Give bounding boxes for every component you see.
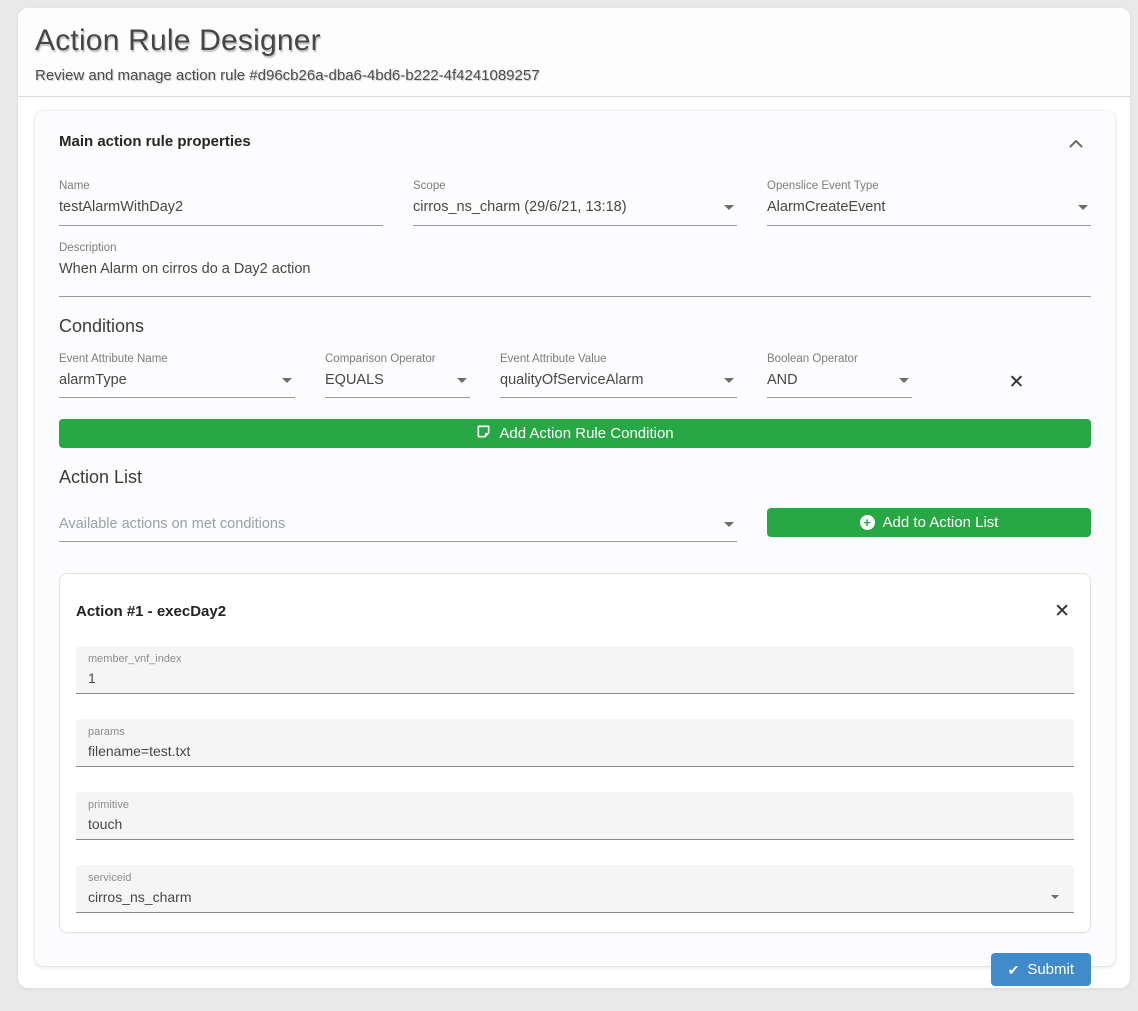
remove-action-icon[interactable]: ✕ — [1054, 602, 1070, 621]
check-icon: ✔ — [1008, 963, 1020, 977]
params-value: filename=test.txt — [88, 743, 190, 759]
member-vnf-index-field[interactable]: member_vnf_index 1 — [76, 646, 1074, 694]
submit-button[interactable]: ✔ Submit — [991, 953, 1091, 986]
event-type-value: AlarmCreateEvent — [767, 198, 885, 218]
serviceid-select[interactable]: serviceid cirros_ns_charm — [76, 865, 1074, 913]
name-label: Name — [59, 180, 383, 194]
event-attribute-name-value: alarmType — [59, 371, 127, 391]
page-subtitle: Review and manage action rule #d96cb26a-… — [35, 67, 1114, 84]
name-field[interactable]: Name testAlarmWithDay2 — [59, 180, 383, 226]
event-attribute-value-value: qualityOfServiceAlarm — [500, 371, 643, 391]
comparison-operator-value: EQUALS — [325, 371, 384, 391]
dropdown-arrow-icon — [724, 378, 734, 383]
scope-value: cirros_ns_charm (29/6/21, 13:18) — [413, 198, 627, 218]
scope-select[interactable]: Scope cirros_ns_charm (29/6/21, 13:18) — [413, 180, 737, 226]
note-add-icon — [476, 424, 491, 443]
action-list-heading: Action List — [59, 467, 1091, 488]
available-actions-placeholder: Available actions on met conditions — [59, 515, 285, 535]
add-condition-button[interactable]: Add Action Rule Condition — [59, 419, 1091, 448]
add-to-action-list-label: Add to Action List — [883, 514, 999, 531]
available-actions-select[interactable]: Available actions on met conditions — [59, 510, 737, 542]
event-type-label: Openslice Event Type — [767, 180, 1091, 194]
submit-row: ✔ Submit — [59, 953, 1091, 986]
action-card: Action #1 - execDay2 ✕ member_vnf_index … — [59, 573, 1091, 933]
collapse-chevron-icon[interactable] — [1065, 133, 1087, 155]
params-field[interactable]: params filename=test.txt — [76, 719, 1074, 767]
serviceid-value: cirros_ns_charm — [88, 889, 191, 905]
member-vnf-index-label: member_vnf_index — [88, 653, 1062, 666]
boolean-operator-select[interactable]: Boolean Operator AND — [767, 353, 912, 399]
boolean-operator-value: AND — [767, 371, 798, 391]
dropdown-arrow-icon — [724, 205, 734, 210]
primitive-field[interactable]: primitive touch — [76, 792, 1074, 840]
description-label: Description — [59, 242, 1091, 256]
page-body: Main action rule properties Name testAla… — [18, 97, 1130, 966]
dropdown-arrow-icon — [457, 378, 467, 383]
event-attribute-name-label: Event Attribute Name — [59, 353, 295, 367]
action-card-header: Action #1 - execDay2 ✕ — [76, 590, 1074, 621]
add-condition-label: Add Action Rule Condition — [499, 425, 673, 442]
comparison-operator-label: Comparison Operator — [325, 353, 470, 367]
dropdown-arrow-icon — [282, 378, 292, 383]
page-header: Action Rule Designer Review and manage a… — [18, 8, 1130, 97]
conditions-heading: Conditions — [59, 316, 1091, 337]
primitive-label: primitive — [88, 799, 1062, 812]
params-label: params — [88, 726, 1062, 739]
dropdown-arrow-icon — [899, 378, 909, 383]
properties-row: Name testAlarmWithDay2 Scope cirros_ns_c… — [59, 180, 1091, 226]
name-value: testAlarmWithDay2 — [59, 198, 183, 218]
condition-row: Event Attribute Name alarmType Compariso… — [59, 353, 1091, 399]
comparison-operator-select[interactable]: Comparison Operator EQUALS — [325, 353, 470, 399]
action-list-row: Available actions on met conditions + Ad… — [59, 508, 1091, 542]
close-icon: ✕ — [1009, 373, 1025, 392]
event-attribute-value-label: Event Attribute Value — [500, 353, 737, 367]
panel-heading: Main action rule properties — [59, 133, 251, 150]
boolean-operator-label: Boolean Operator — [767, 353, 912, 367]
member-vnf-index-value: 1 — [88, 670, 96, 686]
description-field[interactable]: Description When Alarm on cirros do a Da… — [59, 242, 1091, 297]
page-title: Action Rule Designer — [35, 24, 1114, 58]
event-attribute-value-select[interactable]: Event Attribute Value qualityOfServiceAl… — [500, 353, 737, 399]
event-type-select[interactable]: Openslice Event Type AlarmCreateEvent — [767, 180, 1091, 226]
event-attribute-name-select[interactable]: Event Attribute Name alarmType — [59, 353, 295, 399]
plus-circle-icon: + — [860, 515, 875, 530]
primitive-value: touch — [88, 816, 122, 832]
dropdown-arrow-icon — [1051, 895, 1059, 899]
add-to-action-list-button[interactable]: + Add to Action List — [767, 508, 1091, 537]
remove-condition-button[interactable]: ✕ — [942, 373, 1091, 398]
content-card: Action Rule Designer Review and manage a… — [18, 8, 1130, 988]
submit-label: Submit — [1027, 961, 1074, 978]
dropdown-arrow-icon — [724, 522, 734, 527]
dropdown-arrow-icon — [1078, 205, 1088, 210]
main-properties-panel: Main action rule properties Name testAla… — [35, 111, 1115, 966]
panel-head: Main action rule properties — [59, 133, 1091, 155]
action-card-title: Action #1 - execDay2 — [76, 603, 226, 620]
scope-label: Scope — [413, 180, 737, 194]
serviceid-label: serviceid — [88, 872, 1062, 885]
description-value: When Alarm on cirros do a Day2 action — [59, 260, 310, 280]
